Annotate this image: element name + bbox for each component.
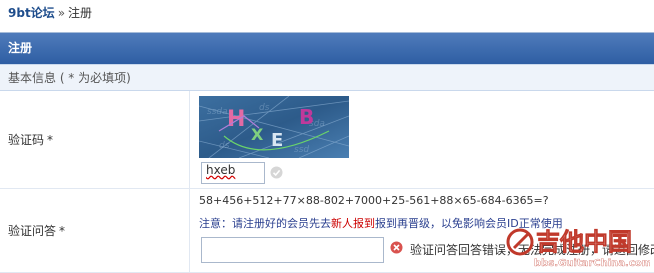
svg-text:ssd: ssd	[294, 145, 309, 155]
svg-text:ds: ds	[259, 103, 270, 113]
svg-text:H: H	[227, 107, 245, 132]
breadcrumb-current: 注册	[68, 6, 93, 20]
question-label-cell: 验证问答 *	[0, 189, 190, 272]
breadcrumb-separator: »	[57, 6, 66, 20]
watermark-url: bbs.GuitarChina.com	[534, 258, 650, 269]
svg-text:ds: ds	[219, 141, 230, 151]
captcha-label: 验证码	[8, 133, 45, 147]
required-mark: *	[59, 223, 66, 238]
error-icon	[390, 241, 403, 254]
captcha-image[interactable]: ssda dssdads ssd H X E B	[199, 96, 349, 158]
required-mark: *	[47, 132, 54, 147]
captcha-row: 验证码 * ssda ds sda ds ssd H X E B hxeb	[0, 91, 654, 189]
watermark-text: 吉他中国	[536, 228, 632, 256]
svg-text:B: B	[299, 105, 314, 129]
svg-text:E: E	[271, 130, 283, 151]
note-emphasis: 新人报到	[331, 217, 375, 230]
watermark-logo: 吉他中国 bbs.GuitarChina.com	[506, 228, 650, 269]
breadcrumb-home-link[interactable]: 9bt论坛	[8, 6, 55, 20]
answer-input[interactable]	[201, 237, 384, 263]
check-icon	[270, 166, 283, 179]
question-label: 验证问答	[8, 224, 57, 238]
captcha-label-cell: 验证码 *	[0, 91, 190, 188]
captcha-input-value: hxeb	[206, 163, 236, 177]
svg-text:ssda: ssda	[207, 107, 228, 117]
panel-title: 注册	[0, 33, 654, 64]
question-text: 58+456+512+77×88-802+7000+25-561+88×65-6…	[199, 194, 549, 207]
section-title: 基本信息 ( * 为必填项)	[0, 64, 654, 91]
svg-text:X: X	[251, 125, 264, 144]
captcha-input[interactable]: hxeb	[201, 162, 265, 184]
note-prefix: 注意：请注册好的会员先去	[199, 217, 331, 230]
breadcrumb: 9bt论坛» 注册	[8, 5, 92, 21]
